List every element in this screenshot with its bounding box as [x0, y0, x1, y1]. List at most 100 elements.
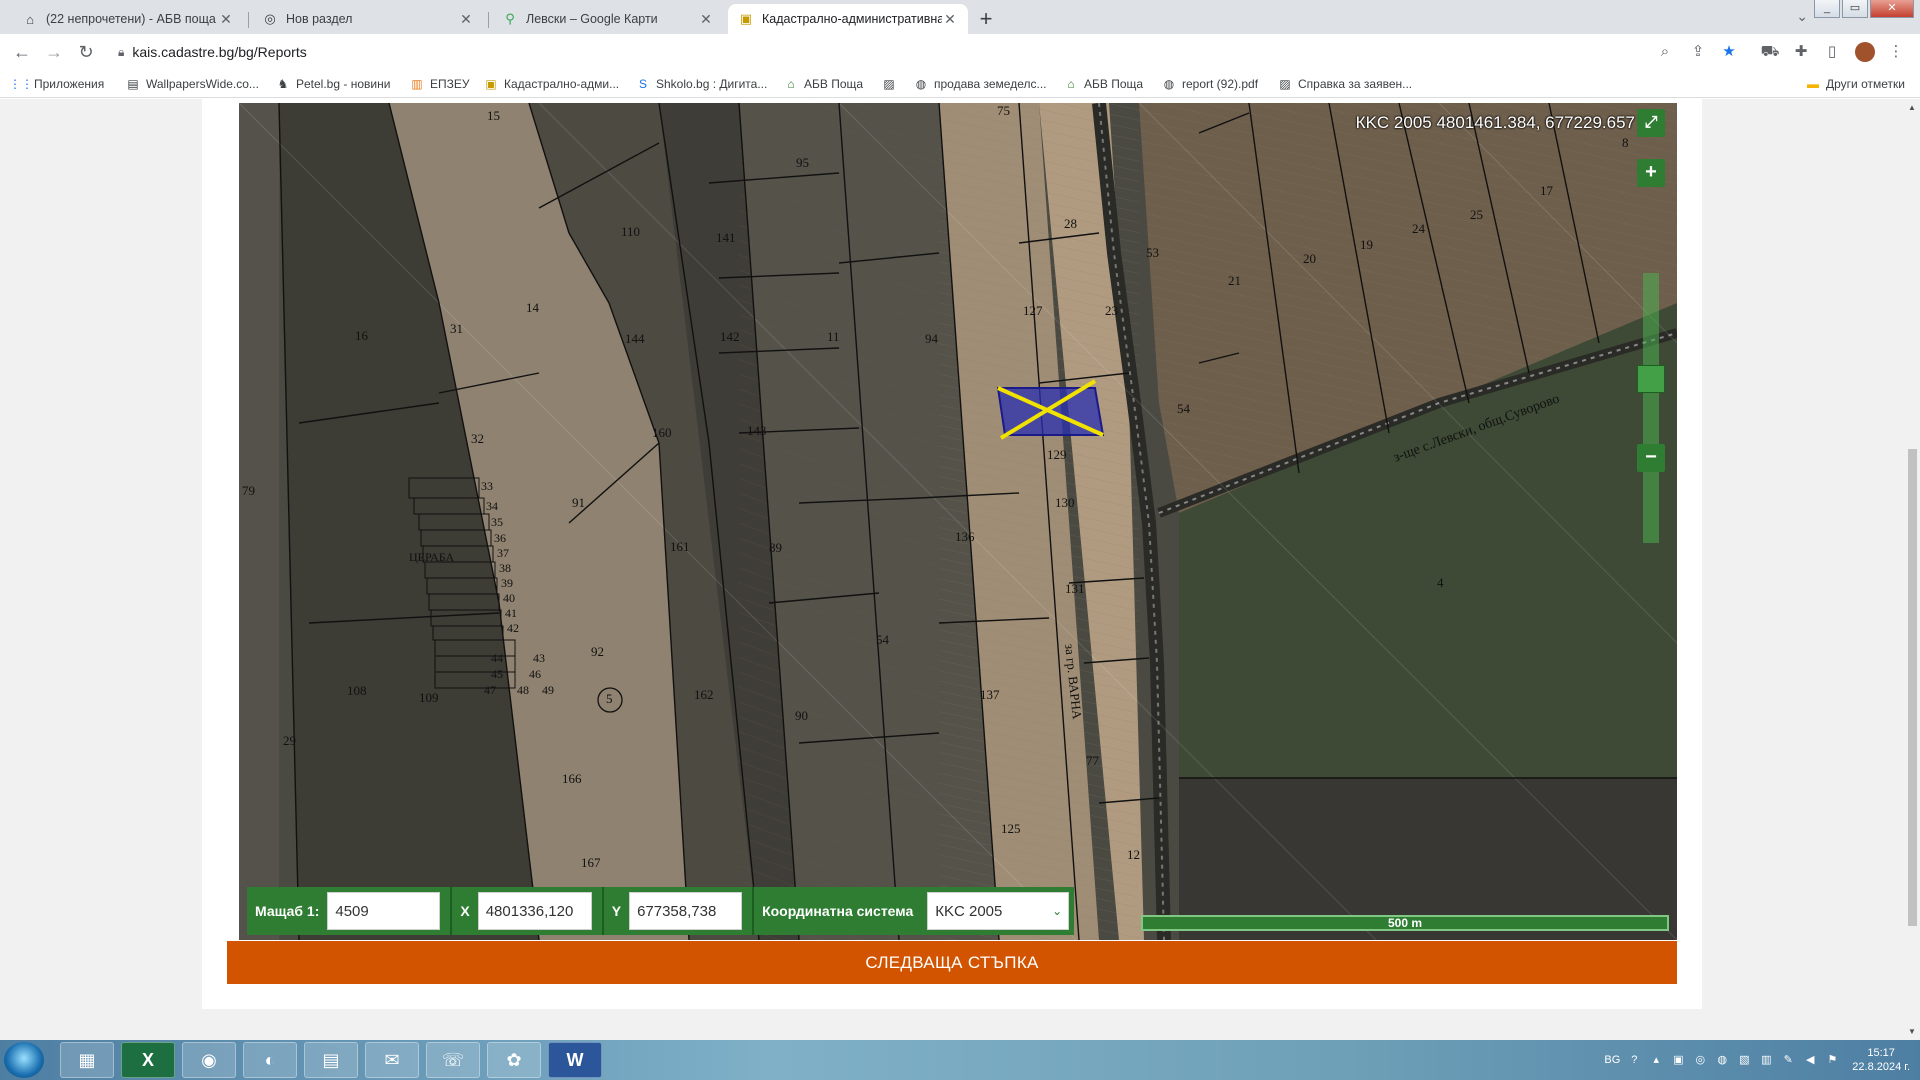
- parcel-label: 79: [242, 483, 255, 498]
- page-scrollbar[interactable]: ▲ ▼: [1905, 99, 1920, 1040]
- new-tab-button[interactable]: +: [972, 6, 1000, 34]
- picasa-icon[interactable]: ✿: [487, 1042, 541, 1078]
- bookmark-wallpaperswide[interactable]: ▤ WallpapersWide.co...: [126, 75, 259, 93]
- menu-icon[interactable]: ⋮: [1886, 42, 1906, 62]
- chrome-icon: ◎: [264, 11, 276, 26]
- maximize-button[interactable]: ▭: [1842, 0, 1868, 18]
- next-step-button[interactable]: СЛЕДВАЩА СТЪПКА: [227, 941, 1677, 984]
- parcel-label: 143: [747, 423, 767, 438]
- parcel-label: ЦЕРАБА: [409, 550, 455, 564]
- scrollbar-thumb[interactable]: [1908, 449, 1917, 926]
- tray-app-icon[interactable]: ▣: [1670, 1052, 1686, 1068]
- parcel-label: 167: [581, 855, 601, 870]
- close-window-button[interactable]: ✕: [1870, 0, 1914, 18]
- start-button[interactable]: [4, 1042, 44, 1078]
- parcel-label: 90: [795, 708, 808, 723]
- tray-app-icon[interactable]: ◍: [1714, 1052, 1730, 1068]
- y-coordinate-input[interactable]: 677358,738: [629, 892, 743, 930]
- close-tab-icon[interactable]: ✕: [942, 11, 958, 28]
- parcel-label: 24: [1412, 221, 1425, 236]
- cursor-coordinates: КKC 2005 4801461.384, 677229.657: [1355, 113, 1635, 132]
- bookmark-broken[interactable]: ▨: [882, 75, 902, 93]
- volume-icon[interactable]: ◀: [1802, 1052, 1818, 1068]
- share-icon[interactable]: ⇪: [1688, 42, 1708, 62]
- back-icon[interactable]: ←: [10, 40, 34, 64]
- cart-extension-icon[interactable]: ⛟: [1760, 42, 1780, 62]
- parcel-label: 12: [1127, 847, 1140, 862]
- lock-icon[interactable]: 🔒︎: [118, 45, 124, 60]
- parcel-label: 54: [876, 632, 889, 647]
- parcel-label: 47: [484, 683, 496, 697]
- bookmark-epzeu[interactable]: ▥ ЕПЗЕУ: [410, 75, 469, 93]
- address-bar[interactable]: 🔒︎ kais.cadastre.bg/bg/Reports: [110, 38, 1710, 66]
- chrome-icon[interactable]: ◉: [182, 1042, 236, 1078]
- cadastral-map[interactable]: 15 75 95 110 141 16 14 31 144 142 11 94 …: [239, 103, 1677, 940]
- bookmark-abv-2[interactable]: ⌂ АБВ Поща: [1064, 75, 1143, 93]
- zoom-out-button[interactable]: −: [1637, 444, 1665, 472]
- tab-search-icon[interactable]: ⌄: [1796, 8, 1808, 25]
- clock[interactable]: 15:17 22.8.2024 г.: [1852, 1046, 1910, 1074]
- bookmark-land-sale[interactable]: ◍ продава земеделс...: [914, 75, 1047, 93]
- minimize-button[interactable]: _: [1814, 0, 1840, 18]
- parcel-label: 33: [481, 479, 493, 493]
- other-bookmarks[interactable]: ▬ Други отметки: [1806, 75, 1905, 93]
- tray-app-icon[interactable]: ◎: [1692, 1052, 1708, 1068]
- map-pin-icon: ⚲: [505, 11, 515, 26]
- profile-avatar[interactable]: [1855, 42, 1875, 62]
- scale-input[interactable]: 4509: [327, 892, 441, 930]
- network-icon[interactable]: ▥: [1758, 1052, 1774, 1068]
- tray-app-icon[interactable]: ✎: [1780, 1052, 1796, 1068]
- bookmark-star-icon[interactable]: ★: [1719, 42, 1739, 62]
- word-icon[interactable]: W: [548, 1042, 602, 1078]
- x-coordinate-input[interactable]: 4801336,120: [477, 892, 592, 930]
- zoom-icon[interactable]: ⌕: [1655, 42, 1675, 62]
- reload-icon[interactable]: ↻: [74, 40, 98, 64]
- browser-toolbar: ← → ↻ 🔒︎ kais.cadastre.bg/bg/Reports ⌕ ⇪…: [0, 34, 1920, 70]
- scroll-down-icon[interactable]: ▼: [1908, 1027, 1916, 1036]
- tab-google-maps[interactable]: ⚲ Левски – Google Карти ✕: [492, 4, 724, 34]
- side-panel-icon[interactable]: ▯: [1822, 42, 1842, 62]
- bookmark-apps[interactable]: ⋮⋮ Приложения: [9, 75, 104, 93]
- parcel-label: 16: [355, 328, 368, 343]
- zoom-slider[interactable]: [1643, 273, 1659, 543]
- parcel-label: 19: [1360, 237, 1373, 252]
- task-manager-icon[interactable]: ▦: [60, 1042, 114, 1078]
- bookmark-petel[interactable]: ♞ Petel.bg - новини: [276, 75, 391, 93]
- tab-abv-mail[interactable]: ⌂ (22 непрочетени) - АБВ поща ✕: [12, 4, 244, 34]
- bookmark-shkolo[interactable]: S Shkolo.bg : Дигита...: [636, 75, 767, 93]
- home-icon: ⌂: [787, 77, 795, 91]
- outlook-icon[interactable]: ✉: [365, 1042, 419, 1078]
- forward-icon[interactable]: →: [42, 40, 66, 64]
- scroll-up-icon[interactable]: ▲: [1908, 103, 1916, 112]
- tray-app-icon[interactable]: ▧: [1736, 1052, 1752, 1068]
- parcel-label: 42: [507, 621, 519, 635]
- fullscreen-icon[interactable]: ⤢: [1637, 109, 1665, 137]
- bookmark-cadastre[interactable]: ▣ Кадастрално-адми...: [484, 75, 619, 93]
- bookmark-report-pdf[interactable]: ◍ report (92).pdf: [1162, 75, 1258, 93]
- zoom-in-button[interactable]: +: [1637, 159, 1665, 187]
- parcel-label: 166: [562, 771, 582, 786]
- parcel-label: 161: [670, 539, 690, 554]
- excel-icon[interactable]: X: [121, 1042, 175, 1078]
- parcel-label: 108: [347, 683, 367, 698]
- tray-app-icon[interactable]: ⚑: [1824, 1052, 1840, 1068]
- parcel-label: 109: [419, 690, 439, 705]
- zoom-slider-handle[interactable]: [1637, 365, 1665, 393]
- extensions-icon[interactable]: ✚: [1791, 42, 1811, 62]
- crs-select[interactable]: КKC 2005 ⌄: [927, 892, 1070, 930]
- firefox-icon[interactable]: ◐: [243, 1042, 297, 1078]
- help-icon[interactable]: ?: [1626, 1052, 1642, 1068]
- tray-expand-icon[interactable]: ▴: [1648, 1052, 1664, 1068]
- language-indicator[interactable]: BG: [1604, 1054, 1620, 1066]
- parcel-label: 23: [1105, 303, 1118, 318]
- tab-new[interactable]: ◎ Нов раздел ✕: [252, 4, 484, 34]
- parcel-label: 91: [572, 495, 585, 510]
- tab-cadastre[interactable]: ▣ Кадастрално-административна ✕: [728, 4, 968, 34]
- close-tab-icon[interactable]: ✕: [218, 11, 234, 28]
- close-tab-icon[interactable]: ✕: [458, 11, 474, 28]
- bookmark-abv-1[interactable]: ⌂ АБВ Поща: [784, 75, 863, 93]
- bookmark-spravka[interactable]: ▨ Справка за заявен...: [1278, 75, 1412, 93]
- close-tab-icon[interactable]: ✕: [698, 11, 714, 28]
- explorer-icon[interactable]: ▤: [304, 1042, 358, 1078]
- viber-icon[interactable]: ☏: [426, 1042, 480, 1078]
